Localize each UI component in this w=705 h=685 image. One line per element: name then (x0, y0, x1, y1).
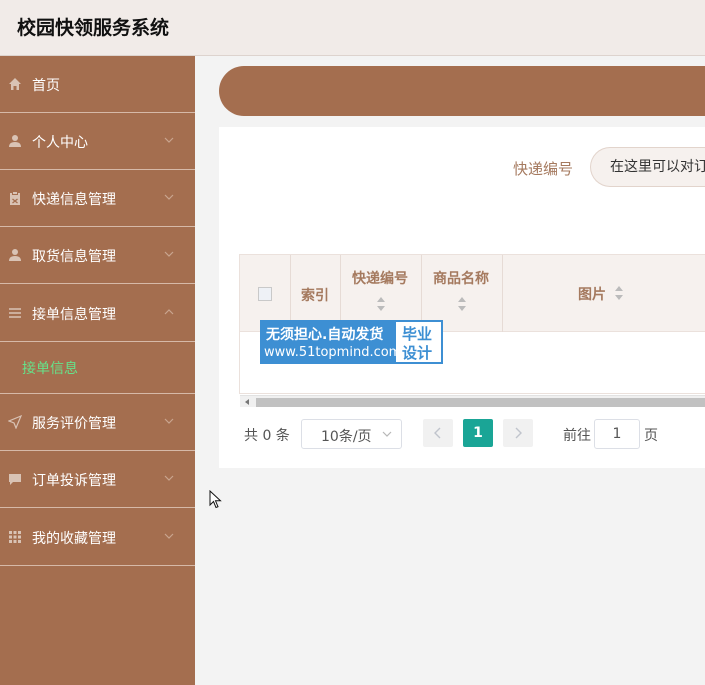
sidebar-item-express-info[interactable]: 快递信息管理 (0, 170, 195, 227)
main-content: 快递编号 在这里可以对订 索引 快递编号 商品名称 图片 共 0 条 10条/页… (195, 56, 705, 685)
page-banner (219, 66, 705, 116)
list-icon (9, 308, 21, 318)
scrollbar-thumb[interactable] (256, 398, 705, 407)
chevron-up-icon (164, 309, 174, 315)
sidebar-item-service-review[interactable]: 服务评价管理 (0, 394, 195, 451)
pagination: 共 0 条 10条/页 1 前往 1 页 (219, 418, 705, 449)
watermark-badge-line: 毕业 (402, 325, 433, 343)
user-icon (9, 249, 21, 261)
sort-icon[interactable] (458, 297, 467, 311)
chevron-down-icon (164, 194, 174, 200)
sidebar-item-order-accept[interactable]: 接单信息管理 (0, 285, 195, 342)
page-size-select[interactable]: 10条/页 (301, 419, 402, 449)
grid-icon (9, 531, 21, 543)
sidebar-item-label: 快递信息管理 (32, 192, 116, 208)
sidebar-item-label: 我的收藏管理 (32, 531, 116, 547)
send-icon (8, 415, 22, 429)
chevron-left-icon (434, 427, 441, 439)
page-number-current[interactable]: 1 (463, 419, 493, 447)
column-header-label: 图片 (578, 287, 606, 303)
search-input[interactable]: 在这里可以对订 (590, 147, 705, 187)
app-title: 校园快领服务系统 (17, 17, 170, 39)
sort-icon[interactable] (377, 297, 386, 311)
sidebar-item-favorites[interactable]: 我的收藏管理 (0, 509, 195, 566)
scroll-left-icon[interactable] (245, 399, 249, 405)
search-label: 快递编号 (513, 160, 574, 178)
top-bar: 校园快领服务系统 (0, 0, 705, 56)
goto-label: 前往 (563, 428, 591, 444)
chevron-down-icon (382, 431, 392, 437)
column-header-image[interactable]: 图片 (503, 255, 705, 332)
goto-page-input[interactable]: 1 (594, 419, 640, 449)
watermark-url: www.51topmind.com (264, 345, 402, 360)
message-icon (9, 474, 21, 485)
sidebar-item-personal-center[interactable]: 个人中心 (0, 113, 195, 170)
sort-icon[interactable] (615, 286, 624, 300)
watermark-badge: 毕业 设计 (396, 322, 441, 362)
prev-page-button[interactable] (423, 419, 453, 447)
column-header-label: 索引 (301, 288, 329, 304)
sidebar: 首页 个人中心 快递信息管理 取货信息管理 接单信息管理 接单信息 服务评价管理… (0, 56, 195, 685)
watermark-badge-line: 设计 (402, 344, 433, 362)
submenu-item-order-info[interactable]: 接单信息 (0, 341, 195, 394)
chevron-right-icon (515, 427, 522, 439)
column-header-label: 商品名称 (433, 271, 489, 287)
chevron-down-icon (164, 137, 174, 143)
sidebar-item-label: 订单投诉管理 (32, 473, 116, 489)
chevron-down-icon (164, 475, 174, 481)
page-size-value: 10条/页 (321, 429, 372, 445)
sidebar-item-order-complaint[interactable]: 订单投诉管理 (0, 451, 195, 508)
home-icon (9, 78, 21, 90)
select-all-checkbox[interactable] (258, 287, 272, 301)
sidebar-item-label: 个人中心 (32, 135, 88, 151)
chevron-down-icon (164, 418, 174, 424)
column-header-label: 快递编号 (352, 271, 408, 287)
sidebar-item-label: 接单信息管理 (32, 307, 116, 323)
sidebar-item-label: 服务评价管理 (32, 416, 116, 432)
chevron-down-icon (164, 533, 174, 539)
watermark-logo: 无须担心.自动发货 www.51topmind.com 毕业 设计 (260, 320, 443, 364)
submenu-item-label: 接单信息 (22, 361, 78, 377)
next-page-button[interactable] (503, 419, 533, 447)
content-card: 快递编号 在这里可以对订 索引 快递编号 商品名称 图片 共 0 条 10条/页… (219, 127, 705, 468)
clipboard-icon (10, 191, 20, 205)
horizontal-scrollbar[interactable] (240, 395, 705, 407)
watermark-text: 无须担心.自动发货 (266, 327, 384, 343)
sidebar-item-label: 取货信息管理 (32, 249, 116, 265)
mouse-cursor-icon (209, 490, 222, 509)
sidebar-item-pickup-info[interactable]: 取货信息管理 (0, 227, 195, 284)
sidebar-item-home[interactable]: 首页 (0, 56, 195, 113)
total-count: 共 0 条 (244, 428, 290, 444)
sidebar-item-label: 首页 (32, 78, 60, 94)
chevron-down-icon (164, 251, 174, 257)
user-icon (9, 135, 21, 147)
page-suffix: 页 (644, 428, 658, 444)
